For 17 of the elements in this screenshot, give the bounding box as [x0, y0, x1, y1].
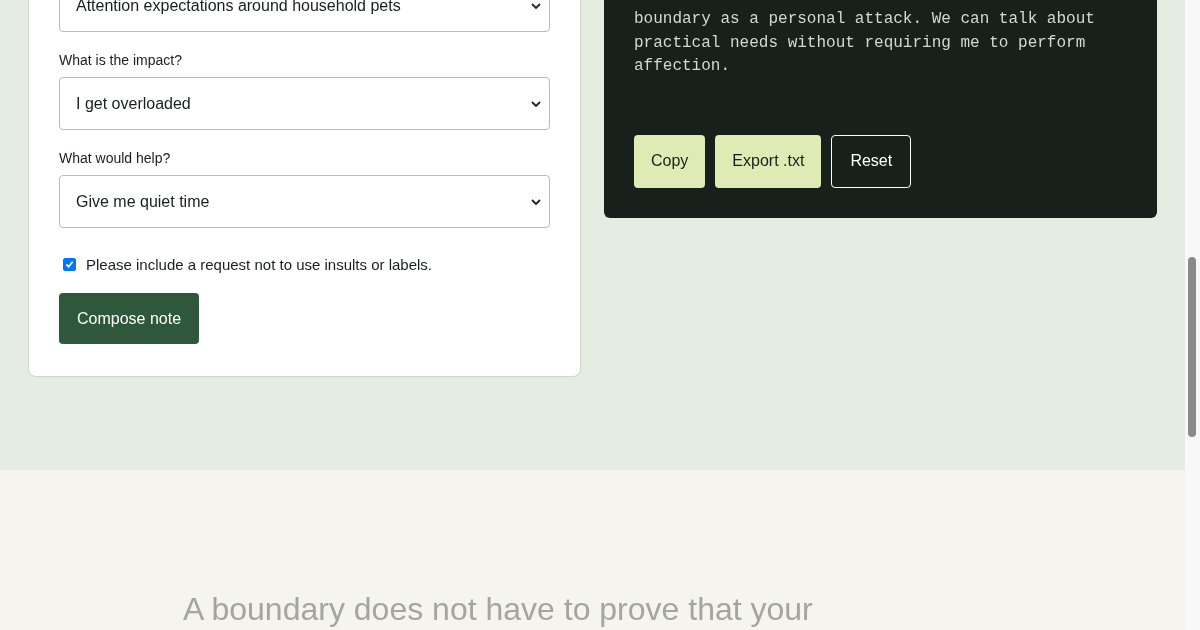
note-text: boundary as a personal attack. We can talk about practical needs without requiring me to perform affection. — [634, 9, 1096, 77]
checkbox-label: Please include a request not to use insults or labels. — [86, 256, 433, 273]
action-button[interactable]: Export .txt — [715, 134, 822, 188]
dropdown[interactable]: Give me quiet time — [59, 175, 550, 228]
chevron-down-icon — [531, 98, 541, 109]
chevron-down-icon — [531, 196, 541, 207]
section-heading: A boundary does not have to prove that your — [183, 592, 814, 627]
action-button[interactable]: Copy — [634, 134, 706, 188]
dropdown[interactable]: I get overloaded — [59, 77, 550, 130]
checkbox[interactable] — [63, 258, 76, 271]
field-label: What is the impact? — [59, 52, 183, 68]
scrollbar-thumb[interactable] — [1188, 257, 1196, 437]
reset-button[interactable]: Reset — [831, 134, 912, 188]
scrollbar[interactable] — [1185, 0, 1200, 630]
chevron-down-icon — [531, 0, 541, 11]
compose-button[interactable]: Compose note — [59, 293, 200, 344]
field-label: What would help? — [59, 150, 172, 166]
